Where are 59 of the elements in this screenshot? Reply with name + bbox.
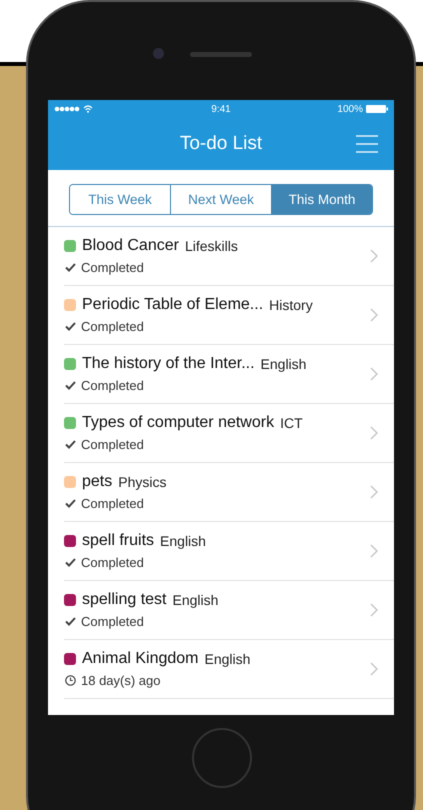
task-status: Completed (81, 378, 144, 393)
chevron-right-icon (370, 603, 378, 617)
camera-icon (153, 48, 164, 59)
task-title: Periodic Table of Eleme... (82, 296, 264, 314)
wifi-icon (83, 105, 93, 113)
task-status: Completed (81, 437, 144, 452)
task-status: Completed (81, 555, 144, 570)
task-subject: Lifeskills (184, 238, 238, 254)
battery-icon (366, 105, 388, 113)
chevron-right-icon (370, 308, 378, 322)
task-title: Animal Kingdom (82, 650, 198, 668)
home-button[interactable] (192, 728, 252, 788)
task-title: spell fruits (82, 532, 154, 550)
task-status: Completed (81, 260, 144, 275)
checkmark-icon (65, 263, 76, 272)
chevron-right-icon (370, 544, 378, 558)
checkmark-icon (65, 440, 76, 449)
task-status: Completed (81, 614, 144, 629)
task-row[interactable]: spell fruits English Completed (64, 522, 394, 581)
status-time: 9:41 (211, 104, 231, 114)
chevron-right-icon (370, 367, 378, 381)
task-subject: Physics (118, 474, 166, 490)
task-title: pets (82, 473, 112, 491)
signal-icon (54, 106, 80, 112)
task-title: spelling test (82, 591, 166, 609)
task-row[interactable]: Blood Cancer Lifeskills Completed (64, 227, 394, 286)
chevron-right-icon (370, 426, 378, 440)
checkmark-icon (65, 381, 76, 390)
screen-title: To-do List (180, 133, 262, 155)
task-subject: English (204, 651, 250, 667)
task-subject: ICT (280, 415, 303, 431)
speaker-icon (190, 52, 252, 57)
checkmark-icon (65, 499, 76, 508)
checkmark-icon (65, 617, 76, 626)
task-row[interactable]: The history of the Inter... English Completed (64, 345, 394, 404)
task-subject: English (172, 592, 218, 608)
task-row[interactable]: Types of computer network ICT Completed (64, 404, 394, 463)
period-tab[interactable]: This Month (271, 185, 372, 214)
task-row[interactable]: spelling test English Completed (64, 581, 394, 640)
task-subject: History (269, 297, 313, 313)
task-subject: English (260, 356, 306, 372)
chevron-right-icon (370, 485, 378, 499)
battery-percentage: 100% (337, 104, 363, 114)
checkmark-icon (65, 558, 76, 567)
menu-icon[interactable] (356, 135, 378, 153)
task-row[interactable]: Periodic Table of Eleme... History Completed (64, 286, 394, 345)
task-subject: English (160, 533, 206, 549)
chevron-right-icon (370, 249, 378, 263)
task-title: Blood Cancer (82, 237, 179, 255)
task-row[interactable]: Animal Kingdom English 18 day(s) ago (64, 640, 394, 699)
checkmark-icon (65, 322, 76, 331)
task-row[interactable]: pets Physics Completed (64, 463, 394, 522)
task-status: Completed (81, 319, 144, 334)
task-title: Types of computer network (82, 414, 274, 432)
chevron-right-icon (370, 662, 378, 676)
task-status: 18 day(s) ago (81, 673, 160, 688)
task-status: Completed (81, 496, 144, 511)
task-title: The history of the Inter... (82, 355, 255, 373)
clock-icon (65, 675, 76, 686)
